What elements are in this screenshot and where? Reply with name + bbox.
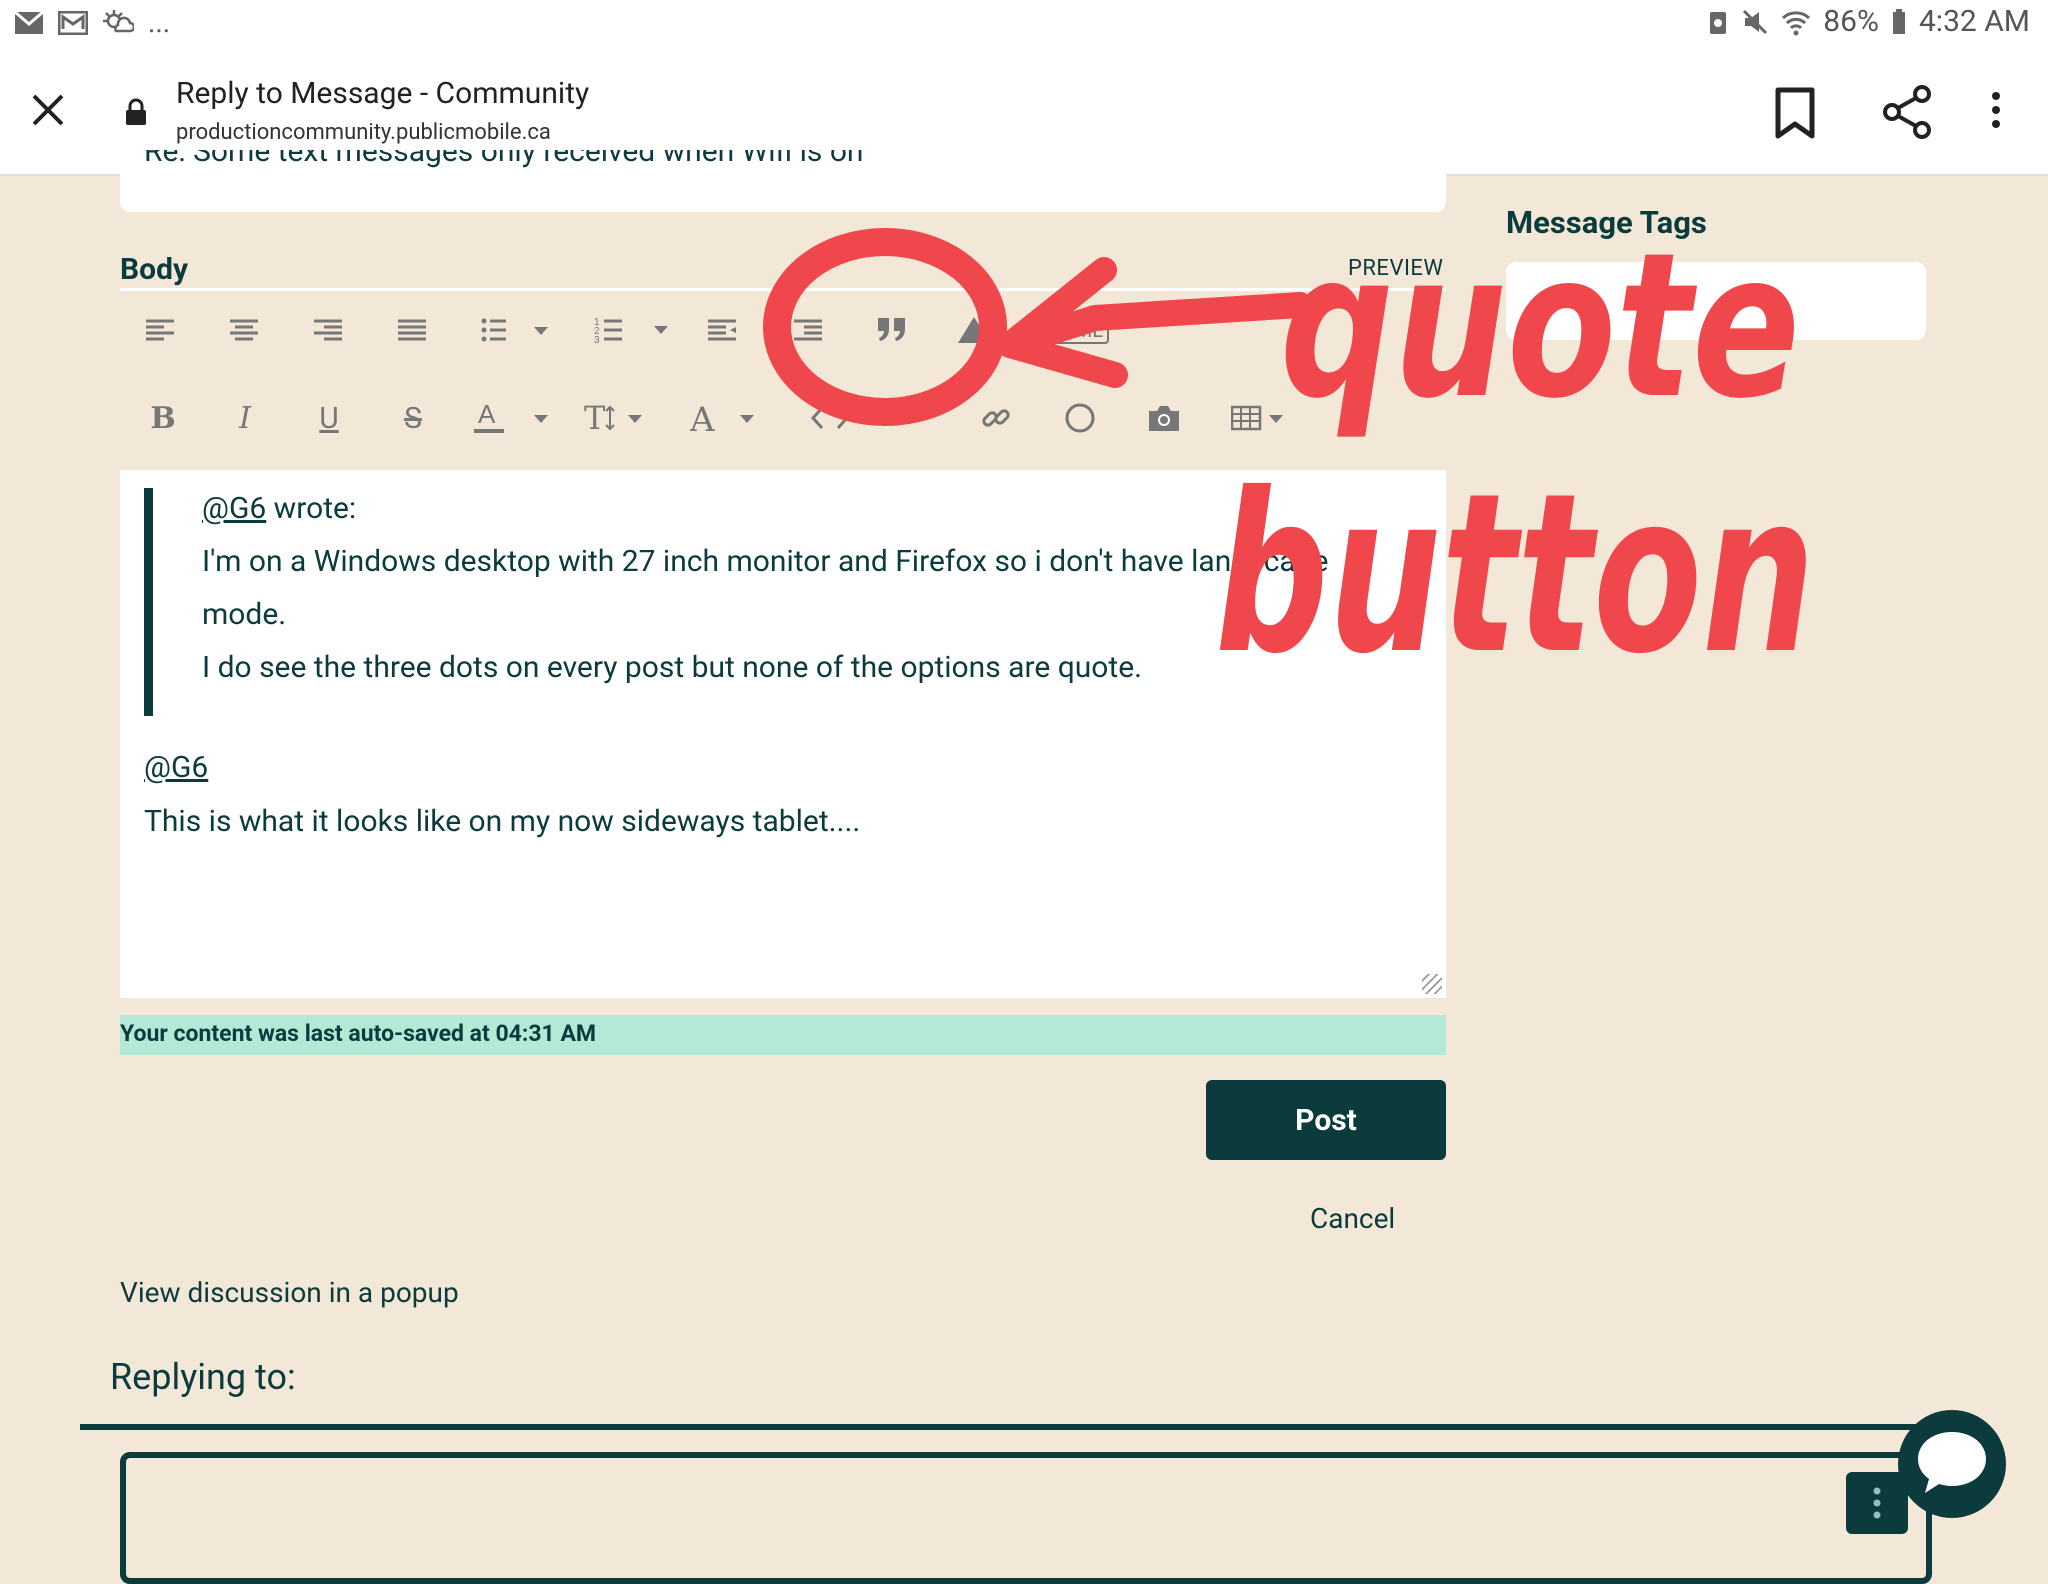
outdent-icon[interactable]: [790, 310, 826, 350]
divider: [120, 288, 1446, 291]
view-popup-link[interactable]: View discussion in a popup: [120, 1276, 459, 1309]
quote-bar: [144, 488, 153, 716]
svg-text:3: 3: [594, 335, 600, 345]
link-icon[interactable]: [976, 398, 1016, 438]
quote-line: I'm on a Windows desktop with 27 inch mo…: [202, 544, 1329, 579]
chat-button[interactable]: [1898, 1410, 2006, 1518]
editor-toolbar-row1: 123 HTML: [120, 296, 1446, 366]
subject-value: Re: Some text messages only received whe…: [144, 150, 864, 169]
bookmark-icon[interactable]: [1772, 86, 1818, 140]
more-options-icon[interactable]: [1990, 90, 2002, 130]
replying-to-heading: Replying to:: [110, 1356, 296, 1398]
notification-overflow: ...: [148, 6, 171, 39]
divider: [80, 1424, 1940, 1430]
gmail-icon: [14, 10, 44, 34]
page-title: Reply to Message - Community: [176, 76, 590, 111]
wifi-icon: [1782, 10, 1811, 35]
strikethrough-icon[interactable]: S: [398, 398, 428, 438]
font-color-icon[interactable]: A: [474, 398, 558, 438]
body-editor[interactable]: @G6 wrote: I'm on a Windows desktop with…: [120, 470, 1446, 998]
html-button-label: HTML: [1042, 316, 1110, 344]
mail-icon: [58, 10, 88, 35]
table-icon[interactable]: [1230, 398, 1290, 438]
preview-tab[interactable]: PREVIEW: [1348, 256, 1443, 281]
autosave-banner: Your content was last auto-saved at 04:3…: [120, 1015, 1446, 1055]
justify-icon[interactable]: [394, 310, 430, 350]
battery-percent: 86%: [1823, 4, 1879, 39]
close-icon[interactable]: [28, 90, 68, 130]
font-size-icon[interactable]: T: [584, 398, 650, 438]
html-icon[interactable]: HTML: [1040, 310, 1112, 350]
message-tags-input[interactable]: [1506, 262, 1926, 340]
blockquote: @G6 wrote: I'm on a Windows desktop with…: [202, 482, 1362, 694]
italic-icon[interactable]: I: [230, 398, 260, 438]
spoiler-icon[interactable]: [954, 310, 994, 350]
resize-handle[interactable]: [1422, 974, 1442, 994]
lock-icon[interactable]: [124, 98, 148, 126]
quote-wrote: wrote:: [266, 491, 357, 526]
svg-text:T: T: [584, 401, 606, 435]
data-saver-icon: [1710, 11, 1727, 34]
autosave-text: Your content was last auto-saved at 04:3…: [120, 1020, 597, 1047]
editor-toolbar-row2: B I U S A T A: [120, 384, 1446, 454]
reply-text: This is what it looks like on my now sid…: [144, 804, 861, 839]
emoji-icon[interactable]: [1060, 398, 1100, 438]
chat-bubble-icon: [1918, 1432, 1986, 1493]
weather-icon: [103, 9, 134, 32]
underline-icon[interactable]: U: [314, 398, 344, 438]
bullet-list-icon[interactable]: [480, 310, 550, 350]
post-button[interactable]: Post: [1206, 1080, 1446, 1160]
bold-icon[interactable]: B: [148, 398, 178, 438]
mute-icon: [1743, 9, 1768, 34]
subject-field[interactable]: Re: Some text messages only received whe…: [120, 150, 1446, 212]
code-icon[interactable]: [808, 398, 852, 438]
cancel-link[interactable]: Cancel: [1310, 1202, 1395, 1235]
font-family-icon[interactable]: A: [690, 398, 760, 438]
svg-text:A: A: [478, 401, 496, 429]
page-url[interactable]: productioncommunity.publicmobile.ca: [176, 120, 551, 145]
indent-icon[interactable]: [704, 310, 740, 350]
quote-icon[interactable]: [872, 310, 912, 350]
quote-author-link[interactable]: @G6: [202, 491, 266, 526]
quote-line: mode.: [202, 597, 287, 632]
share-icon[interactable]: [1880, 84, 1936, 140]
align-right-icon[interactable]: [310, 310, 346, 350]
battery-icon: [1892, 8, 1905, 34]
status-bar: ... 86% 4:32 AM: [0, 0, 2048, 46]
numbered-list-icon[interactable]: 123: [594, 310, 670, 350]
clock: 4:32 AM: [1918, 4, 2030, 39]
mention-link[interactable]: @G6: [144, 750, 208, 785]
quote-line: I do see the three dots on every post bu…: [202, 650, 1143, 685]
align-center-icon[interactable]: [226, 310, 262, 350]
message-tags-label: Message Tags: [1506, 204, 1707, 241]
svg-text:A: A: [690, 401, 715, 435]
body-label: Body: [120, 252, 189, 287]
camera-icon[interactable]: [1144, 398, 1184, 438]
reply-card: [120, 1452, 1932, 1584]
align-left-icon[interactable]: [142, 310, 178, 350]
